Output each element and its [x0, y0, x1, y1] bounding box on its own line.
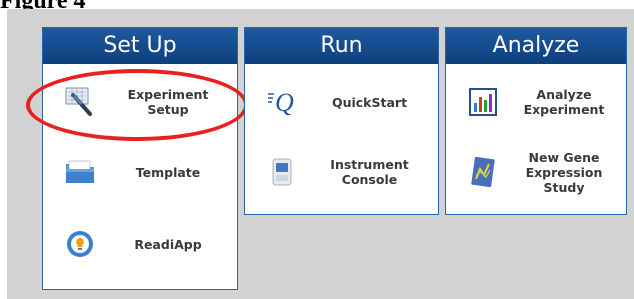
template-label: Template [135, 164, 201, 180]
folder-icon [66, 160, 94, 183]
readiapp-label: ReadiApp [134, 236, 202, 252]
gene-expression-notebook-icon [471, 156, 495, 188]
experiment-setup-icon [65, 87, 92, 116]
analyze-experiment-button[interactable]: Analyze Experiment [446, 74, 626, 130]
analyze-panel-title: Analyze [446, 28, 626, 64]
svg-text:Q: Q [275, 88, 294, 117]
instrument-console-button[interactable]: Instrument Console [245, 144, 438, 200]
run-panel: Run Q QuickStart Instrument Console [244, 27, 439, 215]
readiapp-icon [67, 231, 93, 257]
instrument-console-label: Instrument Console [330, 157, 409, 187]
analyze-chart-icon [469, 88, 497, 116]
home-screen: Set Up Experiment Setup Template ReadiAp… [7, 9, 634, 299]
readiapp-button[interactable]: ReadiApp [43, 216, 237, 272]
new-gene-expression-study-button[interactable]: New Gene Expression Study [446, 144, 626, 200]
instrument-icon [272, 158, 292, 186]
template-button[interactable]: Template [43, 144, 237, 200]
experiment-setup-button[interactable]: Experiment Setup [43, 74, 237, 130]
quickstart-button[interactable]: Q QuickStart [245, 74, 438, 130]
analyze-experiment-label: Analyze Experiment [523, 87, 605, 117]
quickstart-q-icon: Q [268, 88, 294, 117]
setup-panel-title: Set Up [43, 28, 237, 64]
quickstart-label: QuickStart [331, 94, 408, 110]
new-gene-expression-study-label: New Gene Expression Study [525, 149, 603, 195]
analyze-panel: Analyze Analyze Experiment New Gene Expr… [445, 27, 627, 215]
run-panel-title: Run [245, 28, 438, 64]
setup-panel: Set Up Experiment Setup Template ReadiAp… [26, 27, 248, 290]
experiment-setup-label: Experiment Setup [127, 87, 209, 117]
